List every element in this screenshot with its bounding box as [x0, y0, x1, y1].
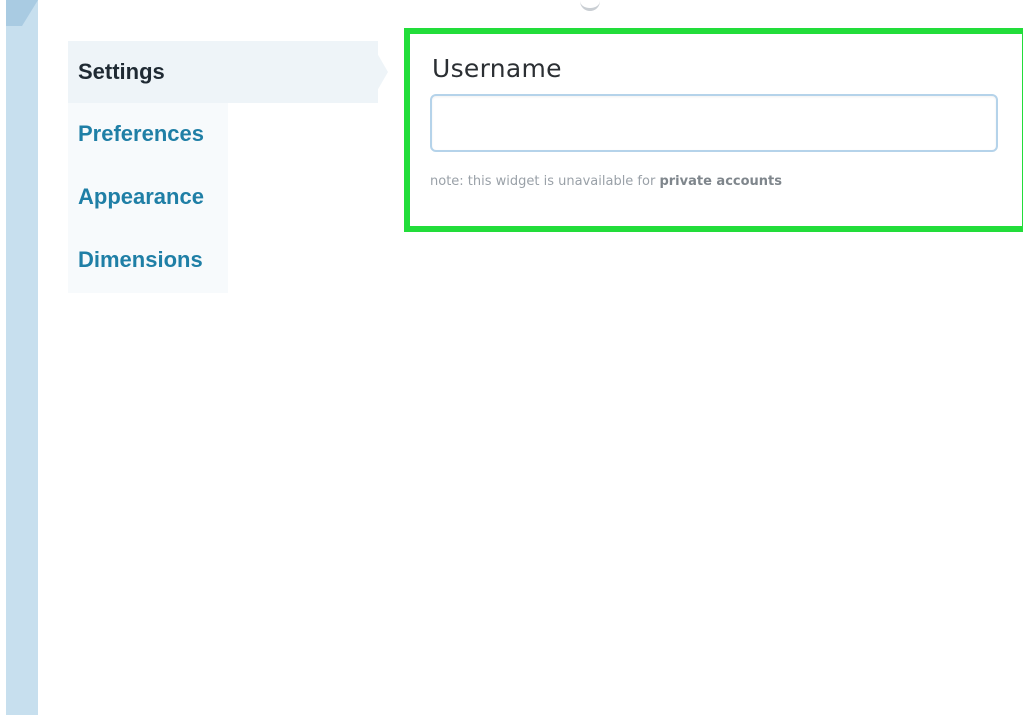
left-rail — [6, 0, 38, 715]
sidebar-nav: Settings Preferences Appearance Dimensio… — [38, 0, 398, 715]
username-input[interactable] — [430, 94, 998, 152]
widget-note: note: this widget is unavailable for pri… — [430, 174, 782, 189]
username-widget-panel: Username note: this widget is unavailabl… — [404, 28, 1023, 232]
sidebar-item-settings[interactable]: Settings — [68, 41, 378, 103]
note-text: note: this widget is unavailable for — [430, 174, 660, 189]
sidebar-item-preferences[interactable]: Preferences — [68, 103, 204, 165]
rail-notch — [6, 0, 38, 26]
sidebar-item-appearance[interactable]: Appearance — [68, 166, 204, 228]
note-emphasis: private accounts — [659, 174, 783, 189]
active-item-arrow — [370, 41, 388, 103]
sidebar-item-dimensions[interactable]: Dimensions — [68, 229, 203, 291]
settings-page: Settings Preferences Appearance Dimensio… — [0, 0, 1023, 715]
username-label: Username — [432, 54, 562, 83]
top-partial-element — [580, 0, 600, 11]
